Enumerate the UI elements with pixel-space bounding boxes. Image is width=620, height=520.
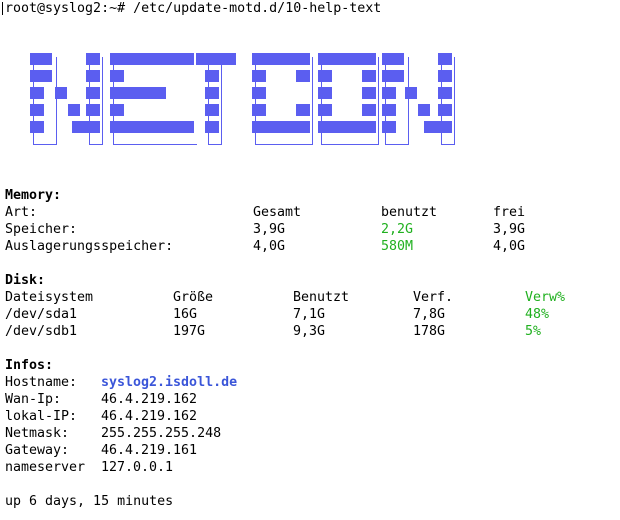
command-prompt-line[interactable]: root@syslog2:~# /etc/update-motd.d/10-he… [5, 0, 381, 17]
disk-row-sdb1-size: 197G [173, 324, 206, 339]
memory-row-swap-used: 580M [381, 239, 414, 254]
disk-row-sda1-used: 7,1G [293, 307, 326, 322]
memory-row-swap-label: Auslagerungsspeicher: [5, 239, 174, 254]
disk-header-use-percent: Verw% [525, 290, 566, 305]
info-netmask-value: 255.255.255.248 [101, 426, 222, 441]
info-gateway-value: 46.4.219.161 [101, 443, 198, 458]
info-nameserver-label: nameserver [5, 460, 86, 475]
info-local-ip-value: 46.4.219.162 [101, 409, 198, 424]
memory-row-ram-used: 2,2G [381, 222, 414, 237]
uptime-line: up 6 days, 15 minutes [5, 494, 174, 509]
memory-row-ram-label: Speicher: [5, 222, 78, 237]
memory-header-type: Art: [5, 205, 38, 220]
disk-header-available: Verf. [413, 290, 454, 305]
info-wan-ip-value: 46.4.219.162 [101, 392, 198, 407]
infos-section-title: Infos: [5, 358, 54, 373]
disk-row-sdb1-fs: /dev/sdb1 [5, 324, 78, 339]
disk-row-sdb1-percent: 5% [525, 324, 542, 339]
disk-header-size: Größe [173, 290, 214, 305]
disk-header-used: Benutzt [293, 290, 350, 305]
disk-header-filesystem: Dateisystem [5, 290, 94, 305]
disk-row-sda1-size: 16G [173, 307, 198, 322]
info-local-ip-label: lokal-IP: [5, 409, 78, 424]
terminal-cursor [2, 2, 3, 15]
disk-row-sda1-percent: 48% [525, 307, 550, 322]
memory-row-ram-free: 3,9G [493, 222, 526, 237]
disk-section-title: Disk: [5, 273, 46, 288]
memory-header-free: frei [493, 205, 526, 220]
info-gateway-label: Gateway: [5, 443, 70, 458]
info-wan-ip-label: Wan-Ip: [5, 392, 62, 407]
info-nameserver-value: 127.0.0.1 [101, 460, 174, 475]
disk-row-sdb1-avail: 178G [413, 324, 446, 339]
memory-row-ram-total: 3,9G [253, 222, 286, 237]
info-netmask-label: Netmask: [5, 426, 70, 441]
memory-section-title: Memory: [5, 188, 62, 203]
info-hostname-value: syslog2.isdoll.de [101, 375, 238, 390]
disk-row-sda1-fs: /dev/sda1 [5, 307, 78, 322]
disk-row-sda1-avail: 7,8G [413, 307, 446, 322]
disk-row-sdb1-used: 9,3G [293, 324, 326, 339]
memory-header-total: Gesamt [253, 205, 302, 220]
memory-row-swap-free: 4,0G [493, 239, 526, 254]
info-hostname-label: Hostname: [5, 375, 78, 390]
memory-row-swap-total: 4,0G [253, 239, 286, 254]
memory-header-used: benutzt [381, 205, 438, 220]
